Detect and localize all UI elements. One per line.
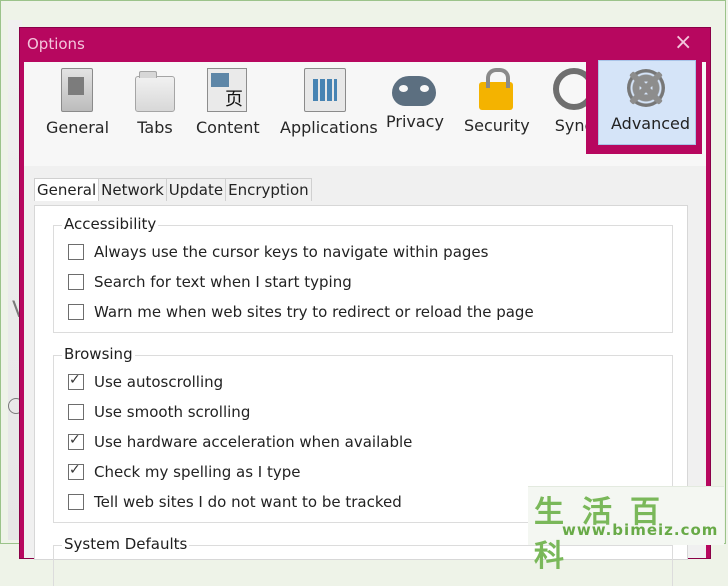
general-switch-icon <box>61 68 93 112</box>
option-label: Use autoscrolling <box>94 373 224 391</box>
group-title: Accessibility <box>62 215 159 233</box>
option-label: Use hardware acceleration when available <box>94 433 413 451</box>
option-label: Warn me when web sites try to redirect o… <box>94 303 534 321</box>
toolbar-label: Privacy <box>386 112 444 131</box>
group-title: Browsing <box>62 345 135 363</box>
content-icon <box>207 68 247 112</box>
subtab-update[interactable]: Update <box>165 178 227 201</box>
toolbar-security[interactable]: Security <box>464 68 530 135</box>
subtab-bar: General Network Update Encryption <box>34 178 312 204</box>
checkbox[interactable] <box>68 244 84 260</box>
subtab-network[interactable]: Network <box>98 178 167 201</box>
window-title: Options <box>27 35 85 53</box>
checkbox[interactable] <box>68 274 84 290</box>
toolbar-label: Applications <box>280 118 378 137</box>
privacy-mask-icon <box>392 76 436 106</box>
watermark: 生活百科 www.bimeiz.com <box>528 486 724 574</box>
option-label: Tell web sites I do not want to be track… <box>94 493 402 511</box>
checkbox-checked[interactable] <box>68 432 84 450</box>
lock-icon <box>479 68 513 110</box>
watermark-url: www.bimeiz.com <box>562 521 719 539</box>
toolbar-applications[interactable]: Applications <box>280 68 378 137</box>
toolbar-label: Advanced <box>611 114 691 133</box>
toolbar-privacy[interactable]: Privacy <box>386 68 444 131</box>
close-icon[interactable]: × <box>674 30 692 55</box>
subtab-general[interactable]: General <box>34 178 100 201</box>
toolbar-general[interactable]: General <box>46 68 110 137</box>
checkbox[interactable] <box>68 404 84 420</box>
accessibility-group: Accessibility Always use the cursor keys… <box>53 215 673 333</box>
checkbox[interactable] <box>68 494 84 510</box>
toolbar-content[interactable]: Content <box>196 68 260 137</box>
toolbar-label: Content <box>196 118 260 137</box>
advanced-highlight-frame: Advanced <box>586 54 702 154</box>
option-label: Use smooth scrolling <box>94 403 251 421</box>
option-label: Search for text when I start typing <box>94 273 352 291</box>
toolbar-advanced[interactable]: Advanced <box>598 60 696 145</box>
applications-icon <box>304 68 346 112</box>
toolbar-tabs[interactable]: Tabs <box>128 68 182 137</box>
toolbar-label: Tabs <box>137 118 173 137</box>
checkbox-checked[interactable] <box>68 462 84 480</box>
option-label: Check my spelling as I type <box>94 463 301 481</box>
checkbox[interactable] <box>68 304 84 320</box>
toolbar-label: General <box>46 118 110 137</box>
subtab-encryption[interactable]: Encryption <box>225 178 312 201</box>
checkbox-checked[interactable] <box>68 372 84 390</box>
option-label: Always use the cursor keys to navigate w… <box>94 243 489 261</box>
toolbar-label: Security <box>464 116 530 135</box>
gear-icon <box>627 69 665 107</box>
tabs-icon <box>135 71 175 112</box>
group-title: System Defaults <box>62 535 190 553</box>
